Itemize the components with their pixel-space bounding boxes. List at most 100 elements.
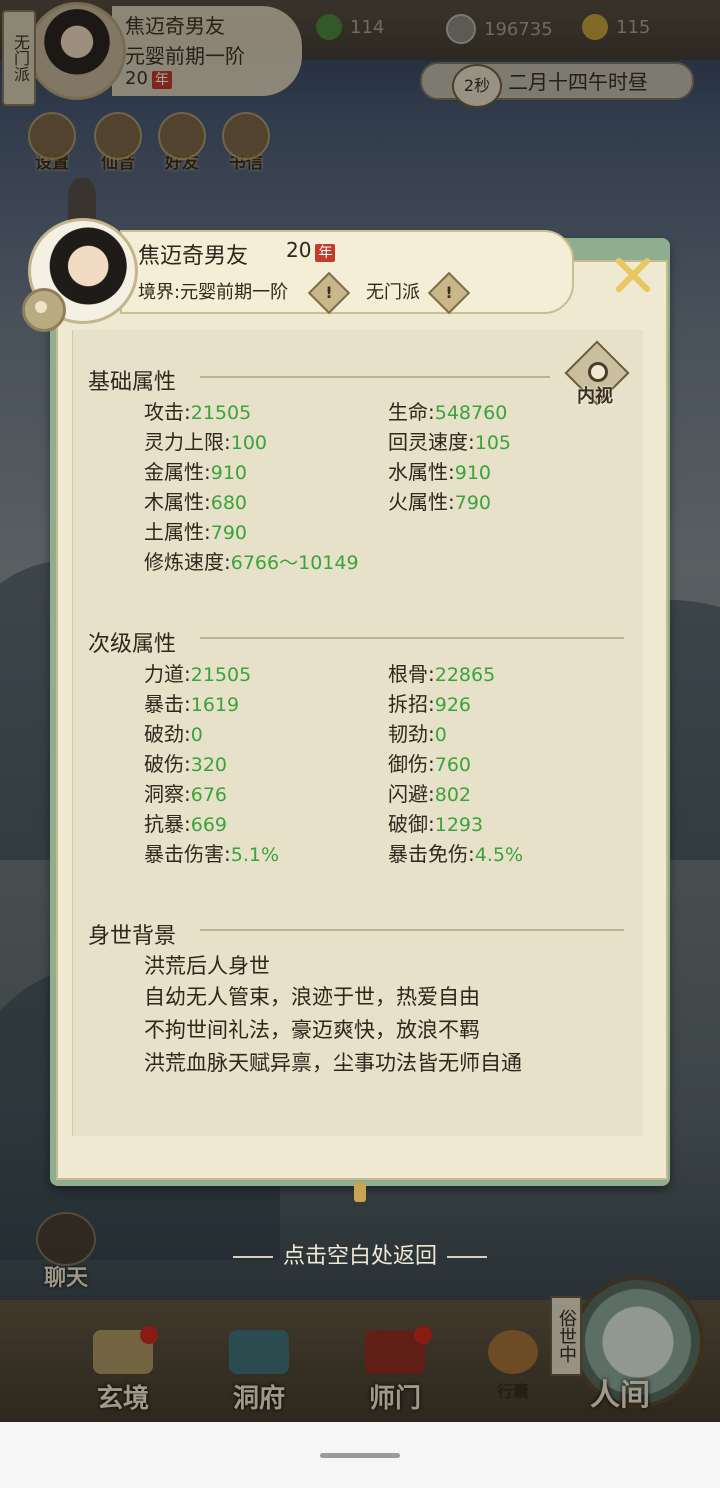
age-badge: 年: [315, 244, 336, 262]
background-title: 身世背景: [88, 924, 177, 949]
stat-label: 火属性: [388, 490, 448, 514]
stat-value: 4.5%: [474, 844, 524, 866]
tap-to-return-hint: 点击空白处返回: [0, 1238, 720, 1270]
stat-value: 21505: [190, 664, 252, 686]
stat-cultivation-speed: 修炼速度:6766～10149: [144, 550, 359, 574]
game-scene[interactable]: 无门派 焦迈奇男友 元婴前期一阶 20 年 114 196735 115 2秒 二…: [0, 0, 720, 1422]
stat-label: 暴击: [144, 692, 184, 716]
stat-damage-bonus: 破伤:320: [144, 752, 228, 776]
stat-label: 力道: [144, 662, 184, 686]
section-divider: [200, 376, 550, 378]
exclamation-icon: !: [445, 283, 453, 302]
system-nav-bar: [0, 1422, 720, 1488]
stat-label: 土属性: [144, 520, 204, 544]
section-divider: [200, 929, 624, 931]
age-value: 20: [286, 238, 312, 262]
stat-value: 760: [434, 754, 472, 776]
profile-age: 20 年: [286, 238, 336, 262]
hint-text: 点击空白处返回: [282, 1244, 437, 1269]
stat-water: 水属性:910: [388, 460, 492, 484]
stat-armor-break: 破御:1293: [388, 812, 484, 836]
stat-mana-cap: 灵力上限:100: [144, 430, 268, 454]
home-gesture-handle[interactable]: [320, 1453, 400, 1458]
stat-label: 修炼速度: [144, 550, 224, 574]
stat-wood: 木属性:680: [144, 490, 248, 514]
profile-name: 焦迈奇男友: [138, 244, 249, 269]
stat-crit-damage: 暴击伤害:5.1%: [144, 842, 280, 866]
stat-value: 680: [210, 492, 248, 514]
stat-value: 21505: [190, 402, 252, 424]
stat-label: 木属性: [144, 490, 204, 514]
stat-label: 闪避: [388, 782, 428, 806]
stat-value: 22865: [434, 664, 496, 686]
secondary-attributes-title: 次级属性: [88, 632, 177, 657]
stat-attack: 攻击:21505: [144, 400, 252, 424]
background-line: 自幼无人管束，浪迹于世，热爱自由: [144, 985, 480, 1009]
stat-mana-regen: 回灵速度:105: [388, 430, 512, 454]
stat-value: 5.1%: [230, 844, 280, 866]
stat-label: 灵力上限: [144, 430, 224, 454]
stat-damage-reduction: 御伤:760: [388, 752, 472, 776]
stat-dodge: 闪避:802: [388, 782, 472, 806]
stat-value: 6766～10149: [230, 552, 359, 574]
stat-crit-damage-reduction: 暴击免伤:4.5%: [388, 842, 524, 866]
stat-label: 根骨: [388, 662, 428, 686]
stat-crit: 暴击:1619: [144, 692, 240, 716]
background-line: 洪荒后人身世: [144, 954, 270, 978]
basic-attributes-title: 基础属性: [88, 370, 177, 395]
stat-value: 790: [454, 492, 492, 514]
stat-toughness: 韧劲:0: [388, 722, 447, 746]
exclamation-icon: !: [325, 283, 333, 302]
stat-value: 669: [190, 814, 228, 836]
stat-value: 548760: [434, 402, 508, 424]
close-button[interactable]: [604, 248, 662, 302]
stat-label: 金属性: [144, 460, 204, 484]
panel-bottom-ornament: [354, 1182, 366, 1202]
stat-penetration: 破劲:0: [144, 722, 203, 746]
stat-value: 1619: [190, 694, 240, 716]
stat-metal: 金属性:910: [144, 460, 248, 484]
stat-constitution: 根骨:22865: [388, 662, 496, 686]
stat-label: 破劲: [144, 722, 184, 746]
stat-value: 790: [210, 522, 248, 544]
stat-label: 破御: [388, 812, 428, 836]
stat-label: 破伤: [144, 752, 184, 776]
stat-earth: 土属性:790: [144, 520, 248, 544]
stat-fire: 火属性:790: [388, 490, 492, 514]
stat-label: 水属性: [388, 460, 448, 484]
hint-divider: [232, 1256, 273, 1258]
background-line: 洪荒血脉天赋异禀，尘事功法皆无师自通: [144, 1051, 522, 1075]
stat-hp: 生命:548760: [388, 400, 508, 424]
stat-label: 抗暴: [144, 812, 184, 836]
gear-icon[interactable]: [22, 288, 66, 332]
stat-value: 320: [190, 754, 228, 776]
stat-insight: 洞察:676: [144, 782, 228, 806]
stat-label: 攻击: [144, 400, 184, 424]
eye-pupil: [588, 362, 608, 382]
stat-value: 910: [210, 462, 248, 484]
stat-label: 韧劲: [388, 722, 428, 746]
section-divider: [200, 637, 624, 639]
hint-divider: [447, 1256, 487, 1258]
stat-strength: 力道:21505: [144, 662, 252, 686]
stat-value: 0: [434, 724, 447, 746]
stat-label: 拆招: [388, 692, 428, 716]
stat-label: 暴击伤害: [144, 842, 224, 866]
stat-value: 105: [474, 432, 512, 454]
stat-value: 910: [454, 462, 492, 484]
stat-label: 回灵速度: [388, 430, 468, 454]
profile-realm: 境界:元婴前期一阶: [138, 282, 289, 303]
stat-label: 御伤: [388, 752, 428, 776]
stat-value: 0: [190, 724, 203, 746]
stat-label: 生命: [388, 400, 428, 424]
background-line: 不拘世间礼法，豪迈爽快，放浪不羁: [144, 1018, 480, 1042]
stat-crit-resist: 抗暴:669: [144, 812, 228, 836]
stat-label: 洞察: [144, 782, 184, 806]
stat-value: 802: [434, 784, 472, 806]
stat-value: 676: [190, 784, 228, 806]
stat-parry: 拆招:926: [388, 692, 472, 716]
stat-label: 暴击免伤: [388, 842, 468, 866]
profile-sect: 无门派: [366, 282, 420, 303]
inner-view-button[interactable]: 内视: [564, 340, 630, 408]
stat-value: 926: [434, 694, 472, 716]
